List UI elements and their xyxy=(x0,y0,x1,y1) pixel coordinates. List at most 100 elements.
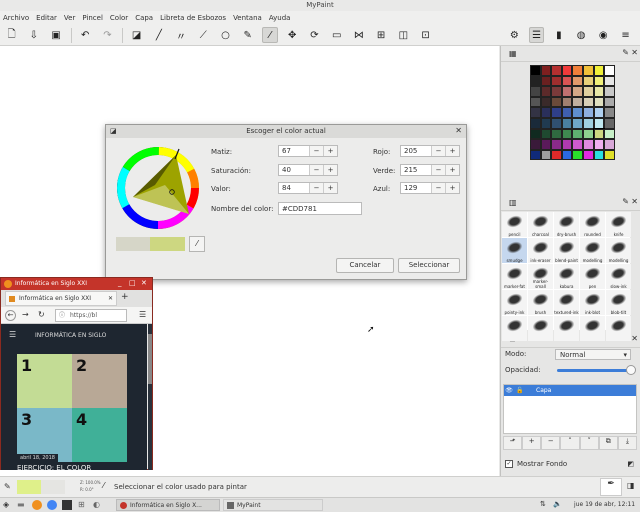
palette-swatch[interactable] xyxy=(582,96,594,108)
palette-swatch[interactable] xyxy=(561,86,573,97)
palette-swatch[interactable] xyxy=(561,149,573,161)
palette-swatch[interactable] xyxy=(540,117,552,129)
palette-swatch[interactable] xyxy=(593,139,605,150)
brush-item[interactable]: ink-blot xyxy=(580,290,605,315)
color-name-input[interactable]: #CDD781 xyxy=(278,202,362,215)
palette-swatch[interactable] xyxy=(593,107,605,118)
palette-swatch[interactable] xyxy=(551,128,562,140)
palette-swatch[interactable] xyxy=(540,149,552,161)
brush-item[interactable]: pen xyxy=(580,264,605,289)
palette-swatch[interactable] xyxy=(530,128,541,140)
palette-swatch[interactable] xyxy=(582,75,594,87)
palette-swatch[interactable] xyxy=(572,149,583,161)
current-color-indicator[interactable] xyxy=(17,480,41,494)
brush-item[interactable]: pointy-ink xyxy=(502,290,527,315)
pin-icon[interactable]: ✎ xyxy=(622,197,629,206)
site-menu-icon[interactable]: ☰ xyxy=(9,330,16,339)
new-tab-icon[interactable]: + xyxy=(121,292,129,302)
palette-swatch[interactable] xyxy=(540,65,552,76)
scratchpad-icon[interactable]: ▮ xyxy=(551,27,566,43)
cancel-button[interactable]: Cancelar xyxy=(336,258,394,273)
tab-close-icon[interactable]: ✕ xyxy=(108,292,113,306)
palette-swatch[interactable] xyxy=(551,139,562,150)
menu-libreta[interactable]: Libreta de Esbozos xyxy=(160,14,226,22)
palette-swatch[interactable] xyxy=(540,107,552,118)
redo-icon[interactable]: ↷ xyxy=(100,27,115,43)
close-icon[interactable]: ✕ xyxy=(631,197,638,206)
menu-pincel[interactable]: Pincel xyxy=(82,14,103,22)
brush-item[interactable]: pencil xyxy=(502,212,527,237)
transform-icon[interactable]: ⟳ xyxy=(307,27,322,43)
palette-swatch[interactable] xyxy=(572,86,583,97)
maximize-icon[interactable]: □ xyxy=(129,279,136,287)
clock[interactable]: jue 19 de abr, 12:11 xyxy=(574,501,635,508)
saturation-value[interactable]: 40 xyxy=(279,165,309,175)
palette-swatch[interactable] xyxy=(530,65,541,76)
filemanager-icon[interactable]: ⊞ xyxy=(78,500,85,509)
opacity-slider-handle[interactable] xyxy=(626,364,636,375)
move-up-icon[interactable]: ˄ xyxy=(560,436,580,450)
green-value[interactable]: 215 xyxy=(401,165,431,175)
hue-spinner[interactable]: 67 − + xyxy=(278,145,338,157)
palette-swatch[interactable] xyxy=(530,86,541,97)
menu-color[interactable]: Color xyxy=(110,14,128,22)
browser-tab[interactable]: Informática en Siglo XXI ✕ xyxy=(5,291,117,306)
palette-swatch[interactable] xyxy=(561,107,573,118)
palette-swatch[interactable] xyxy=(561,96,573,108)
palette-swatch[interactable] xyxy=(582,107,594,118)
palette-swatch[interactable] xyxy=(551,117,562,129)
brush-icon[interactable]: ◨ xyxy=(627,481,635,490)
layer-row[interactable]: 👁 🔓 Capa xyxy=(504,385,636,396)
brush-item[interactable]: knife xyxy=(606,212,631,237)
brush-item[interactable]: textured-ink xyxy=(554,290,579,315)
brush-item[interactable]: smudge xyxy=(502,238,527,263)
palette-swatch[interactable] xyxy=(551,149,562,161)
lock-icon[interactable]: 🔓 xyxy=(514,387,526,394)
color-icon[interactable]: ◍ xyxy=(573,27,588,43)
blue-decrement[interactable]: − xyxy=(431,183,445,193)
blue-increment[interactable]: + xyxy=(445,183,459,193)
opacity-slider[interactable] xyxy=(557,364,636,375)
eraser-icon[interactable]: ◪ xyxy=(129,27,144,43)
brush-item[interactable] xyxy=(502,316,527,341)
brush-item[interactable] xyxy=(606,316,631,341)
brush-item[interactable]: slow-ink xyxy=(606,264,631,289)
palette-swatch[interactable] xyxy=(572,96,583,108)
palette-swatch[interactable] xyxy=(592,127,606,141)
terminal-icon[interactable] xyxy=(62,500,72,510)
palette-swatch[interactable] xyxy=(551,107,562,118)
rotate-icon[interactable]: ⊡ xyxy=(418,27,433,43)
palette-swatch[interactable] xyxy=(551,86,562,97)
palette-swatch[interactable] xyxy=(604,65,615,76)
palette-swatch[interactable] xyxy=(582,149,594,161)
palette-swatch[interactable] xyxy=(572,75,583,87)
new-layer-icon[interactable]: + xyxy=(522,436,542,450)
brush-item[interactable]: dry-brush xyxy=(554,212,579,237)
menu-ver[interactable]: Ver xyxy=(64,14,75,22)
menu-capa[interactable]: Capa xyxy=(135,14,153,22)
palette-swatch[interactable] xyxy=(604,139,615,150)
palette-swatch[interactable] xyxy=(604,128,615,140)
blue-spinner[interactable]: 129 − + xyxy=(400,182,460,194)
palette-swatch[interactable] xyxy=(540,128,552,140)
dialog-close-icon[interactable]: ✕ xyxy=(455,126,462,135)
palette-swatch[interactable] xyxy=(530,96,541,108)
blue-value[interactable]: 129 xyxy=(401,183,431,193)
post-title[interactable]: EJERCICIO: EL COLOR xyxy=(17,464,91,470)
brush-icon[interactable]: ╱ xyxy=(151,27,166,43)
palette-swatch[interactable] xyxy=(572,139,583,150)
menu-ventana[interactable]: Ventana xyxy=(233,14,262,22)
chrome-icon[interactable] xyxy=(47,500,57,510)
palette-swatch[interactable] xyxy=(593,65,605,76)
palette-swatch[interactable] xyxy=(604,96,615,108)
pin-icon[interactable]: ✎ xyxy=(622,48,629,57)
brush-item[interactable]: marker-small xyxy=(528,264,553,289)
brush-item[interactable]: kabura xyxy=(554,264,579,289)
hue-increment[interactable]: + xyxy=(323,146,337,156)
red-increment[interactable]: + xyxy=(445,146,459,156)
value-spinner[interactable]: 84 − + xyxy=(278,182,338,194)
close-icon[interactable]: ✕ xyxy=(631,48,638,57)
pan-icon[interactable]: ✥ xyxy=(285,27,300,43)
page-scrollbar[interactable] xyxy=(148,324,152,470)
palette-swatch[interactable] xyxy=(582,86,594,97)
